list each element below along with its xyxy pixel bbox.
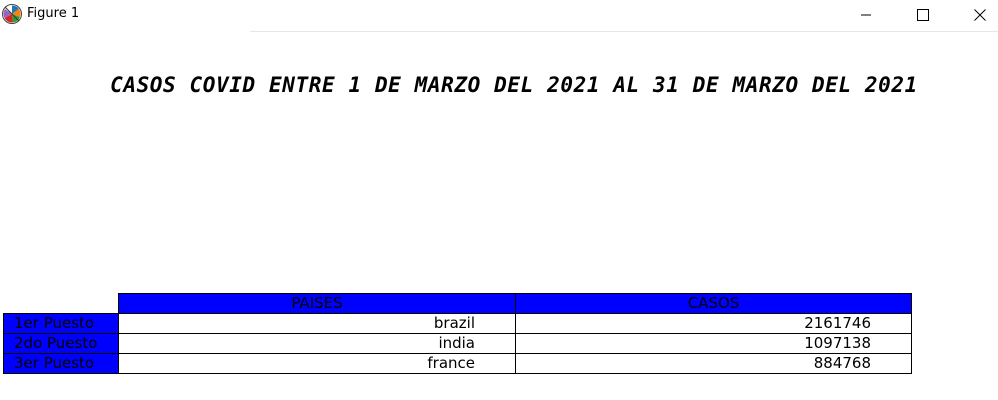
figure-canvas[interactable]: CASOS COVID ENTRE 1 DE MARZO DEL 2021 AL… — [0, 32, 998, 400]
close-button[interactable] — [957, 0, 998, 30]
title-bar[interactable]: Figure 1 — [0, 0, 998, 30]
table-cell-cases: 884768 — [515, 353, 912, 374]
column-header-paises: PAISES — [118, 293, 516, 314]
maximize-button[interactable] — [900, 0, 946, 30]
table-cell-country: india — [118, 333, 516, 354]
table-cell-cases: 1097138 — [515, 333, 912, 354]
row-label: 3er Puesto — [3, 353, 119, 374]
table-cell-country: france — [118, 353, 516, 374]
figure-title: CASOS COVID ENTRE 1 DE MARZO DEL 2021 AL… — [110, 73, 918, 97]
table-row: 3er Puesto france 884768 — [3, 353, 912, 374]
row-label: 2do Puesto — [3, 333, 119, 354]
table-cell-cases: 2161746 — [515, 313, 912, 334]
close-icon — [974, 9, 986, 21]
table-row: 2do Puesto india 1097138 — [3, 333, 912, 354]
table-cell-country: brazil — [118, 313, 516, 334]
column-header-casos: CASOS — [515, 293, 912, 314]
table-header-row: PAISES CASOS — [4, 293, 912, 314]
table-corner — [4, 294, 119, 314]
data-table: PAISES CASOS 1er Puesto brazil 2161746 2… — [3, 293, 912, 374]
minimize-button[interactable] — [843, 0, 889, 30]
figure-window: Figure 1 CASOS COVID ENTRE 1 DE MARZO DE… — [0, 0, 998, 400]
row-label: 1er Puesto — [3, 313, 119, 334]
table-row: 1er Puesto brazil 2161746 — [3, 313, 912, 334]
window-title: Figure 1 — [27, 6, 80, 21]
matplotlib-icon — [2, 4, 22, 24]
maximize-icon — [917, 9, 929, 21]
minimize-icon — [861, 14, 871, 16]
